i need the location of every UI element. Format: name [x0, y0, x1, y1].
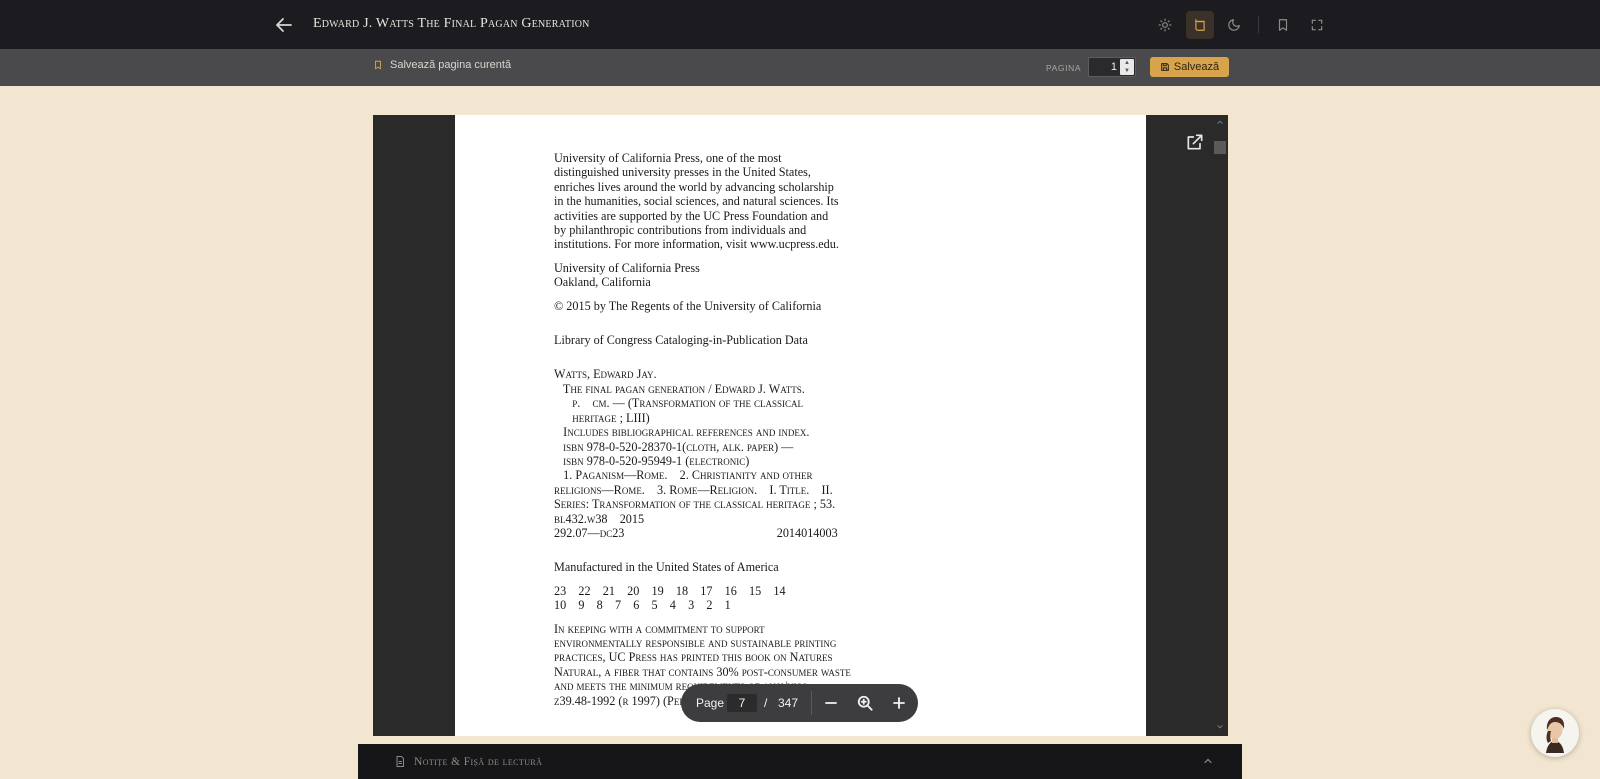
- floppy-disk-icon: [1161, 63, 1169, 71]
- printing-line: 23 22 21 20 19 18 17 16 15 14: [554, 583, 786, 598]
- fullscreen-button[interactable]: [1303, 11, 1331, 39]
- page-number-field: ▲ ▼: [1088, 57, 1136, 77]
- save-button-label: Salvează: [1173, 61, 1220, 73]
- current-page-input[interactable]: [727, 694, 757, 712]
- stepper-down-icon[interactable]: ▼: [1120, 67, 1134, 75]
- page-text-line: University of California Press, one of t…: [554, 151, 782, 165]
- cip-record: Watts, Edward Jay. The final pagan gener…: [554, 367, 874, 540]
- cip-line: Includes bibliographical references and …: [554, 425, 810, 440]
- cip-line: bl432.w38 2015: [554, 511, 645, 526]
- minus-icon: [825, 702, 837, 704]
- cip-line: heritage ; LIII): [554, 410, 650, 425]
- scroll-down-icon[interactable]: [1216, 723, 1224, 731]
- publisher-statement: University of California Press, one of t…: [554, 151, 874, 252]
- back-button[interactable]: [272, 13, 296, 37]
- bookmark-icon: [1278, 19, 1288, 31]
- cip-line: isbn 978-0-520-95949-1 (electronic): [554, 453, 750, 468]
- zoom-in-icon: [857, 695, 873, 711]
- document-title: Edward J. Watts The Final Pagan Generati…: [313, 16, 590, 31]
- cip-line: Series: Transformation of the classical …: [554, 497, 836, 512]
- notes-panel: Notițe & Fișă de lectură: [358, 744, 1242, 779]
- page-text-line: enriches lives around the world by advan…: [554, 179, 834, 194]
- page-number-label: PAGINA: [1046, 63, 1082, 73]
- cip-line: isbn 978-0-520-28370-1(cloth, alk. paper…: [554, 439, 794, 454]
- scrollbar-thumb[interactable]: [1214, 141, 1226, 154]
- publisher-address: University of California Press Oakland, C…: [554, 261, 874, 290]
- document-page: University of California Press, one of t…: [455, 115, 1146, 736]
- page-text-line: distinguished university presses in the …: [554, 165, 811, 180]
- stepper-up-icon[interactable]: ▲: [1120, 59, 1134, 67]
- page-text-line: institutions. For more information, visi…: [554, 237, 839, 252]
- page-save-bar: Salvează pagina curentă PAGINA ▲ ▼ Salve…: [0, 49, 1600, 86]
- notes-title: Notițe & Fișă de lectură: [414, 755, 543, 768]
- fullscreen-icon: [1311, 19, 1323, 31]
- pagebar-divider: [811, 691, 812, 715]
- paper-line: environmentally responsible and sustaina…: [554, 635, 837, 650]
- toolbar-divider: [1258, 16, 1259, 33]
- sun-icon: [1158, 18, 1172, 32]
- bookmark-icon: [375, 60, 381, 70]
- cip-heading: Library of Congress Cataloging-in-Public…: [554, 333, 808, 348]
- manufactured-line: Manufactured in the United States of Ame…: [554, 560, 779, 575]
- cip-line: The final pagan generation / Edward J. W…: [554, 381, 805, 396]
- sepia-theme-button[interactable]: [1186, 11, 1214, 39]
- page-text-line: University of California Press: [554, 260, 700, 275]
- save-current-page-label: Salvează pagina curentă: [390, 59, 512, 71]
- copyright-line: © 2015 by The Regents of the University …: [554, 298, 822, 313]
- save-current-page-link[interactable]: Salvează pagina curentă: [373, 59, 511, 71]
- top-bar: Edward J. Watts The Final Pagan Generati…: [0, 0, 1600, 49]
- book-sepia-icon: [1195, 19, 1205, 31]
- cip-line: 292.07—dc23 2014014003: [554, 525, 838, 540]
- bookmark-button[interactable]: [1269, 11, 1297, 39]
- moon-icon: [1228, 19, 1240, 31]
- assistant-portrait-icon: [1546, 717, 1565, 753]
- printing-numbers: 23 22 21 20 19 18 17 16 15 14 10 9 8 7 6 …: [554, 584, 874, 613]
- viewer-scrollbar[interactable]: [1212, 115, 1228, 736]
- document-icon: [396, 756, 404, 767]
- notes-header[interactable]: Notițe & Fișă de lectură: [372, 744, 1228, 779]
- zoom-in-button[interactable]: [889, 693, 909, 713]
- plus-icon: [893, 697, 905, 709]
- page-number-stepper: ▲ ▼: [1120, 59, 1134, 75]
- assistant-avatar[interactable]: [1531, 709, 1579, 757]
- scroll-up-icon[interactable]: [1216, 118, 1224, 126]
- notes-toggle[interactable]: Notițe & Fișă de lectură: [394, 755, 542, 768]
- pdf-viewer[interactable]: University of California Press, one of t…: [373, 115, 1228, 736]
- page-text-line: in the humanities, social sciences, and …: [554, 194, 839, 209]
- page-text-line: activities are supported by the UC Press…: [554, 208, 829, 223]
- light-theme-button[interactable]: [1151, 11, 1179, 39]
- cip-line: Watts, Edward Jay.: [554, 367, 657, 382]
- paper-line: In keeping with a commitment to support: [554, 621, 765, 636]
- open-external-icon: [1187, 134, 1203, 150]
- printing-line: 10 9 8 7 6 5 4 3 2 1: [554, 598, 731, 613]
- dark-theme-button[interactable]: [1220, 11, 1248, 39]
- cip-line: p. cm. — (Transformation of the classica…: [554, 396, 804, 411]
- page-label: Page: [696, 696, 725, 710]
- open-external-button[interactable]: [1185, 132, 1205, 152]
- page-navigation-bar: Page / 347: [681, 684, 918, 722]
- page-text-line: Oakland, California: [554, 275, 651, 290]
- zoom-out-button[interactable]: [821, 693, 841, 713]
- save-page-button[interactable]: Salvează: [1150, 57, 1229, 77]
- paper-line: practices, UC Press has printed this boo…: [554, 650, 833, 665]
- page-text-line: by philanthropic contributions from indi…: [554, 223, 807, 238]
- page-number-input[interactable]: [1089, 58, 1121, 76]
- page-content: University of California Press, one of t…: [554, 151, 874, 708]
- arrow-left-icon: [276, 18, 292, 32]
- chevron-up-icon[interactable]: [1202, 755, 1214, 767]
- cip-line: religions—Rome. 3. Rome—Religion. I. Tit…: [554, 482, 833, 497]
- zoom-button[interactable]: [855, 693, 875, 713]
- paper-line: Natural, a fiber that contains 30% post-…: [554, 664, 851, 679]
- page-separator: /: [764, 696, 768, 710]
- total-pages: 347: [778, 696, 799, 710]
- cip-line: 1. Paganism—Rome. 2. Christianity and ot…: [554, 468, 813, 483]
